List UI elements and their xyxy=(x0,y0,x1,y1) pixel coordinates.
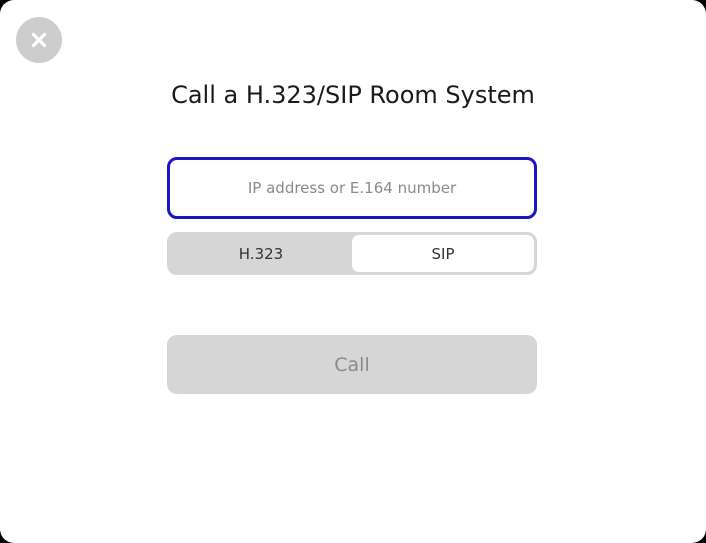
call-room-system-dialog: Call a H.323/SIP Room System H.323 SIP C… xyxy=(0,0,706,543)
dialog-title: Call a H.323/SIP Room System xyxy=(171,81,535,109)
protocol-option-sip[interactable]: SIP xyxy=(352,235,534,272)
call-button[interactable]: Call xyxy=(167,335,537,394)
protocol-option-h323[interactable]: H.323 xyxy=(170,235,352,272)
address-input[interactable] xyxy=(167,157,537,219)
protocol-toggle: H.323 SIP xyxy=(167,232,537,275)
close-button[interactable] xyxy=(16,17,62,63)
close-icon xyxy=(31,32,47,48)
